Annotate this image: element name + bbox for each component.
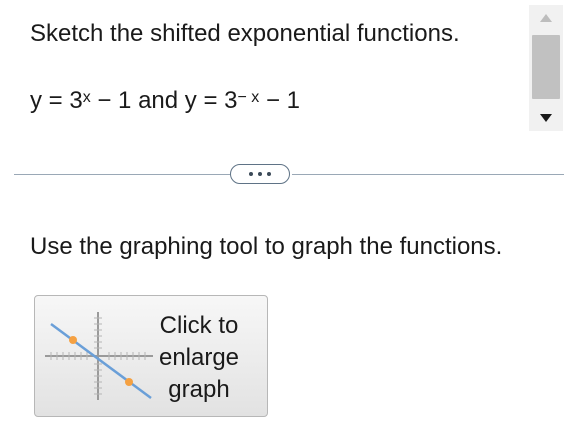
scroll-down-icon bbox=[540, 114, 552, 122]
equation-part2-exponent: − x bbox=[237, 89, 260, 106]
scroll-up-icon bbox=[540, 14, 552, 22]
question-title: Sketch the shifted exponential functions… bbox=[30, 20, 460, 47]
enlarge-graph-label-line: enlarge bbox=[158, 344, 240, 371]
equation-connector: − 1 and y = 3 bbox=[90, 87, 238, 114]
enlarge-graph-label-line: Click to bbox=[159, 312, 239, 339]
scroll-thumb[interactable] bbox=[532, 35, 560, 99]
expand-more-button[interactable] bbox=[230, 164, 290, 184]
scroll-down-button[interactable] bbox=[529, 105, 563, 131]
vertical-scrollbar[interactable] bbox=[529, 5, 563, 131]
equation-part1-base: y = 3 bbox=[30, 87, 83, 114]
ellipsis-icon-dot bbox=[249, 172, 253, 176]
ellipsis-icon-dot bbox=[267, 172, 271, 176]
equation-part1-exponent: x bbox=[82, 89, 91, 106]
enlarge-graph-button[interactable]: Click to enlarge graph bbox=[34, 295, 268, 417]
instruction-text: Use the graphing tool to graph the funct… bbox=[30, 233, 503, 260]
ellipsis-icon-dot bbox=[258, 172, 262, 176]
enlarge-graph-label-line: graph bbox=[168, 376, 230, 403]
section-divider-left bbox=[14, 174, 230, 175]
enlarge-graph-label: Click to enlarge graph bbox=[139, 310, 259, 406]
equation-part2-suffix: − 1 bbox=[259, 87, 300, 114]
section-divider-right bbox=[292, 174, 564, 175]
equation: y = 3x − 1 and y = 3− x − 1 bbox=[30, 86, 300, 116]
scroll-up-button[interactable] bbox=[529, 5, 563, 31]
